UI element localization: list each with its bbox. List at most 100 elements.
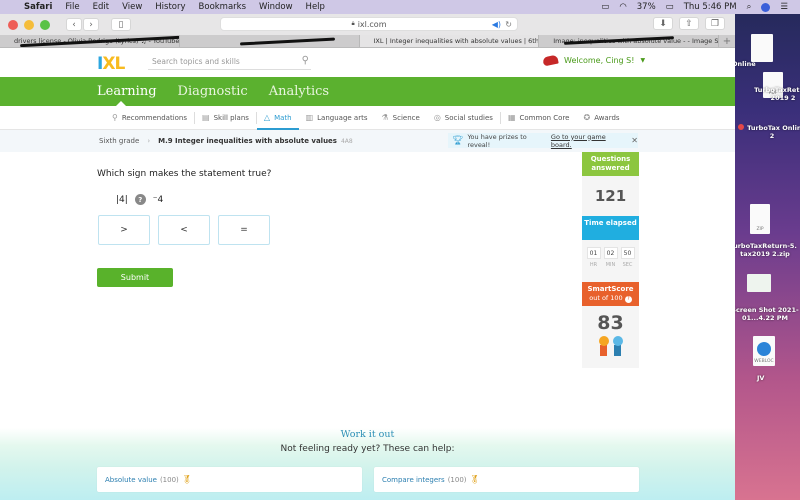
tab-ixl[interactable]: IXL | Integer inequalities with absolute…: [359, 35, 540, 47]
file-ext: ZIP: [756, 227, 764, 232]
zoom-window-button[interactable]: [40, 19, 50, 30]
ribbons: [582, 336, 639, 356]
globe-icon: ◎: [433, 113, 441, 122]
desktop-item-label[interactable]: JV: [757, 374, 764, 382]
minimize-window-button[interactable]: [24, 19, 34, 30]
subnav-skill-plans[interactable]: ▤ Skill plans: [195, 106, 256, 130]
browser-toolbar: ‹ › ▯ 🔒︎ ixl.com ◀) ↻ ⬇ ⇧ ❐: [0, 14, 735, 35]
file-icon[interactable]: [751, 34, 773, 62]
address-bar[interactable]: 🔒︎ ixl.com ◀) ↻: [220, 17, 518, 31]
close-icon[interactable]: ✕: [631, 136, 638, 145]
subject-nav: ⚲ Recommendations ▤ Skill plans △ Math ▥ Lan…: [0, 106, 735, 130]
submit-button[interactable]: Submit: [97, 268, 173, 287]
reload-icon[interactable]: ↻: [505, 20, 512, 29]
url-text: ixl.com: [357, 19, 387, 29]
menu-bookmarks[interactable]: Bookmarks: [199, 2, 247, 12]
prize-banner: 🏆︎ You have prizes to reveal! Go to your…: [448, 133, 638, 149]
desktop-item-label[interactable]: Screen Shot 2021-01...4.22 PM: [735, 306, 800, 322]
main-nav: Learning Diagnostic Analytics: [0, 77, 735, 106]
help-card-compare-integers[interactable]: Compare integers (100) 🏅︎: [374, 467, 639, 492]
game-board-link[interactable]: Go to your game board.: [551, 133, 624, 149]
wifi-icon[interactable]: ◠: [619, 2, 626, 12]
share-icon[interactable]: ⇧: [679, 17, 699, 30]
forward-button[interactable]: ›: [83, 18, 99, 31]
question-expression: |4| ? ⁻4: [116, 194, 163, 205]
desktop-item-label[interactable]: urboTaxReturn-5. tax2019 2.zip: [735, 242, 800, 258]
battery-icon[interactable]: ▭: [666, 2, 674, 12]
subnav-label: Recommendations: [121, 113, 188, 122]
desktop-item-label[interactable]: TurboTaxReturn 2019 2: [753, 86, 800, 102]
medal-icon: 🏅︎: [469, 475, 480, 484]
help-link[interactable]: Absolute value: [105, 476, 157, 484]
tabs-overview-icon[interactable]: ❐: [705, 17, 725, 30]
account-menu[interactable]: Welcome, Cing S! ▼: [542, 54, 645, 67]
nav-analytics[interactable]: Analytics: [269, 84, 329, 99]
subnav-label: Math: [274, 113, 292, 122]
subnav-math[interactable]: △ Math: [256, 106, 299, 130]
airplay-icon[interactable]: ▭: [601, 2, 609, 12]
medal-icon: 🏅︎: [181, 475, 192, 484]
help-icon[interactable]: ?: [624, 296, 632, 303]
smartscore-sub: out of 100: [589, 294, 623, 302]
downloads-icon[interactable]: ⬇: [653, 17, 673, 30]
time-elapsed-label: Time elapsed: [582, 216, 639, 240]
timer: 01 HR 02 MIN 50 SEC: [582, 240, 639, 282]
logo-x: X: [102, 54, 115, 74]
menu-file[interactable]: File: [65, 2, 79, 12]
smartscore-label: SmartScore: [587, 285, 634, 293]
timer-hours: 01: [586, 247, 601, 259]
zip-file-icon[interactable]: ZIP: [750, 204, 770, 234]
menu-safari[interactable]: Safari: [24, 2, 52, 12]
tab-youtube[interactable]: drivers license - Olivia Rodrigo (Lyrics…: [0, 35, 180, 47]
search-icon[interactable]: ⚲: [302, 55, 309, 66]
subnav-recommendations[interactable]: ⚲ Recommendations: [105, 106, 194, 130]
awards-icon: ✪: [583, 113, 591, 122]
choice-greater-than[interactable]: >: [98, 215, 150, 245]
new-tab-button[interactable]: +: [719, 35, 735, 47]
breadcrumb-grade[interactable]: Sixth grade: [99, 137, 139, 145]
subnav-common-core[interactable]: ▦ Common Core: [501, 106, 577, 130]
menu-history[interactable]: History: [155, 2, 185, 12]
spotlight-icon[interactable]: ⌕: [747, 2, 752, 12]
notification-center-icon[interactable]: ☰: [780, 2, 788, 12]
menu-edit[interactable]: Edit: [93, 2, 109, 12]
menu-view[interactable]: View: [122, 2, 142, 12]
battery-percent: 37%: [636, 2, 656, 12]
nav-diagnostic[interactable]: Diagnostic: [178, 84, 248, 99]
nav-learning[interactable]: Learning: [97, 84, 157, 99]
subnav-awards[interactable]: ✪ Awards: [576, 106, 626, 130]
subnav-label: Language arts: [317, 113, 368, 122]
choice-less-than[interactable]: <: [158, 215, 210, 245]
orange-ribbon-icon: [598, 336, 609, 356]
tab-label: IXL | Integer inequalities with absolute…: [373, 37, 539, 45]
subnav-label: Awards: [594, 113, 620, 122]
close-window-button[interactable]: [8, 19, 18, 30]
work-it-out-subtitle: Not feeling ready yet? These can help:: [280, 444, 455, 454]
menu-window[interactable]: Window: [259, 2, 293, 12]
subnav-science[interactable]: ⚗ Science: [375, 106, 427, 130]
tab-redacted[interactable]: [180, 35, 360, 47]
webloc-file-icon[interactable]: WEBLOC: [753, 336, 775, 366]
siri-icon[interactable]: [761, 2, 771, 12]
clock[interactable]: Thu 5:46 PM: [684, 2, 737, 12]
red-tag-icon: [738, 124, 745, 130]
trophy-icon: 🏆︎: [452, 135, 464, 146]
tab-image-search[interactable]: Image: inequalities with absolute value …: [539, 35, 719, 47]
sidebar-toggle-icon[interactable]: ▯: [111, 18, 131, 31]
subnav-social-studies[interactable]: ◎ Social studies: [427, 106, 500, 130]
choice-equal[interactable]: =: [218, 215, 270, 245]
subnav-language-arts[interactable]: ▥ Language arts: [299, 106, 375, 130]
smartscore-header: SmartScore out of 100 ?: [582, 282, 639, 306]
search-input[interactable]: Search topics and skills ⚲: [148, 54, 311, 70]
help-score: (100): [159, 475, 179, 484]
audio-playing-icon[interactable]: ◀): [492, 20, 501, 29]
book-icon: ▥: [305, 113, 314, 122]
questions-answered-label: Questions answered: [582, 152, 639, 176]
back-button[interactable]: ‹: [66, 18, 82, 31]
help-link[interactable]: Compare integers: [382, 476, 445, 484]
screenshot-thumbnail-icon[interactable]: [747, 274, 771, 292]
menu-help[interactable]: Help: [306, 2, 325, 12]
ixl-logo[interactable]: IXL: [97, 54, 125, 74]
desktop-item-label[interactable]: TurboTax Online 2: [738, 124, 800, 140]
help-card-absolute-value[interactable]: Absolute value (100) 🏅︎: [97, 467, 362, 492]
